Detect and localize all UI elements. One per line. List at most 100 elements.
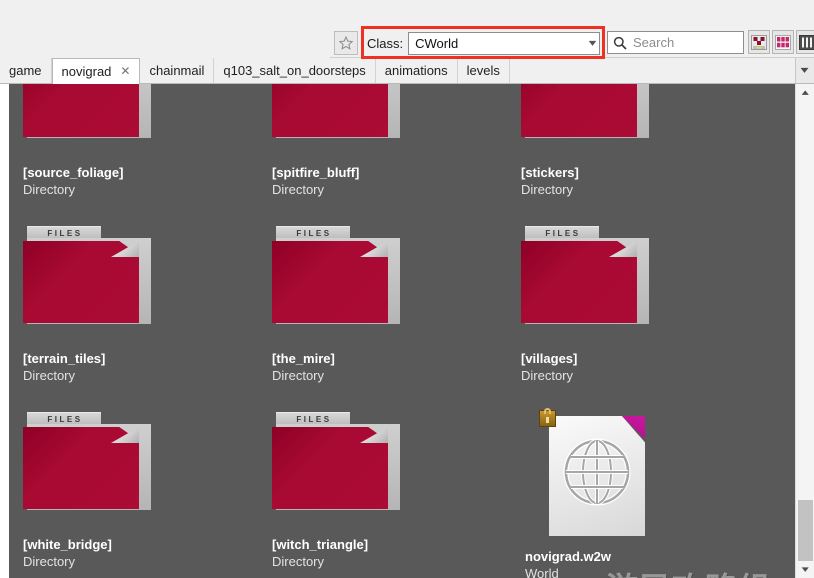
asset-item-white-bridge[interactable]: FILES [white_bridge] Directory: [23, 400, 258, 578]
folder-icon: FILES: [23, 84, 151, 140]
asset-subtitle: Directory: [23, 553, 253, 570]
asset-subtitle: Directory: [272, 367, 502, 384]
asset-item-villages[interactable]: FILES [villages] Directory: [521, 214, 756, 400]
tab-overflow-button[interactable]: ▾: [795, 58, 814, 83]
class-select-value: CWorld: [415, 36, 458, 51]
asset-subtitle: Directory: [23, 181, 253, 198]
asset-browser-window: Class: CWorld ▾ Search: [0, 0, 814, 578]
asset-caption: [terrain_tiles] Directory: [23, 350, 253, 384]
lock-keyhole: [546, 417, 549, 423]
columns-icon: [799, 35, 814, 50]
tab-label: game: [9, 63, 42, 78]
tab-label: novigrad: [62, 64, 112, 79]
folder-icon: FILES: [521, 226, 649, 326]
asset-caption: [stickers] Directory: [521, 164, 751, 198]
world-file-icon: [539, 408, 667, 528]
tab-label: q103_salt_on_doorsteps: [223, 63, 365, 78]
folder-tab-label: FILES: [294, 229, 331, 238]
folder-body: [272, 84, 388, 137]
folder-tab-label: FILES: [543, 229, 580, 238]
entity-template-button[interactable]: [748, 30, 770, 54]
tab-label: animations: [385, 63, 448, 78]
texture-grid-icon: [775, 35, 791, 50]
asset-grid-rows: FILES [source_foliage] Directory: [9, 84, 795, 578]
chevron-down-icon: ▾: [589, 38, 597, 49]
scroll-thumb[interactable]: [798, 500, 813, 562]
tab-q103-salt-on-doorsteps[interactable]: q103_salt_on_doorsteps: [214, 58, 375, 83]
folder-icon: FILES: [23, 226, 151, 326]
asset-subtitle: World: [525, 565, 755, 578]
vertical-scrollbar[interactable]: ▴ ▾: [795, 84, 814, 578]
asset-subtitle: Directory: [23, 367, 253, 384]
scroll-down-button[interactable]: ▾: [796, 561, 814, 578]
star-icon: [339, 36, 353, 50]
favorite-star-button[interactable]: [334, 31, 358, 55]
asset-name: [stickers]: [521, 164, 751, 181]
tab-game[interactable]: game: [0, 58, 52, 83]
chevron-down-icon: ▾: [802, 564, 809, 575]
tab-label: chainmail: [149, 63, 204, 78]
columns-view-button[interactable]: [796, 30, 814, 54]
asset-caption: novigrad.w2w World Not loaded, 423.04 KB: [525, 548, 755, 578]
entity-grid-icon: [751, 35, 767, 50]
asset-item-spitfire-bluff[interactable]: FILES [spitfire_bluff] Directory: [272, 84, 507, 214]
globe-icon: [563, 438, 631, 506]
class-select[interactable]: CWorld ▾: [408, 32, 600, 55]
tab-chainmail[interactable]: chainmail: [140, 58, 214, 83]
asset-caption: [witch_triangle] Directory: [272, 536, 502, 570]
asset-item-terrain-tiles[interactable]: FILES [terrain_tiles] Directory: [23, 214, 258, 400]
asset-name: [spitfire_bluff]: [272, 164, 502, 181]
close-icon[interactable]: ✕: [120, 64, 130, 78]
asset-name: [witch_triangle]: [272, 536, 502, 553]
asset-grid[interactable]: FILES [source_foliage] Directory: [9, 84, 795, 578]
lock-icon: [539, 410, 556, 427]
asset-name: [villages]: [521, 350, 751, 367]
tab-animations[interactable]: animations: [376, 58, 458, 83]
search-placeholder: Search: [633, 35, 674, 50]
content-area: FILES [source_foliage] Directory: [0, 84, 814, 578]
folder-icon: FILES: [272, 84, 400, 140]
folder-icon: FILES: [521, 84, 649, 140]
asset-name: [source_foliage]: [23, 164, 253, 181]
scroll-up-button[interactable]: ▴: [796, 84, 814, 101]
toolbar: Class: CWorld ▾ Search: [0, 0, 814, 58]
asset-item-the-mire[interactable]: FILES [the_mire] Directory: [272, 214, 507, 400]
search-input[interactable]: Search: [607, 31, 744, 54]
asset-name: [white_bridge]: [23, 536, 253, 553]
asset-item-stickers[interactable]: FILES [stickers] Directory: [521, 84, 756, 214]
asset-item-novigrad-w2w[interactable]: novigrad.w2w World Not loaded, 423.04 KB: [521, 400, 756, 578]
search-icon: [613, 36, 627, 50]
asset-name: novigrad.w2w: [525, 548, 755, 565]
lock-shackle: [544, 408, 551, 414]
chevron-down-icon: ▾: [801, 65, 809, 76]
asset-subtitle: Directory: [272, 181, 502, 198]
asset-caption: [spitfire_bluff] Directory: [272, 164, 502, 198]
asset-caption: [the_mire] Directory: [272, 350, 502, 384]
asset-item-witch-triangle[interactable]: FILES [witch_triangle] Directory: [272, 400, 507, 578]
asset-caption: [source_foliage] Directory: [23, 164, 253, 198]
folder-body: [521, 84, 637, 137]
asset-row: FILES [source_foliage] Directory: [9, 84, 795, 214]
asset-item-source-foliage[interactable]: FILES [source_foliage] Directory: [23, 84, 258, 214]
asset-name: [terrain_tiles]: [23, 350, 253, 367]
asset-caption: [white_bridge] Directory: [23, 536, 253, 570]
tab-levels[interactable]: levels: [458, 58, 510, 83]
tab-label: levels: [467, 63, 500, 78]
folder-body: [23, 84, 139, 137]
asset-subtitle: Directory: [272, 553, 502, 570]
folder-icon: FILES: [272, 412, 400, 512]
folder-tab-label: FILES: [294, 415, 331, 424]
asset-name: [the_mire]: [272, 350, 502, 367]
tab-novigrad[interactable]: novigrad ✕: [52, 58, 141, 84]
asset-row: FILES [terrain_tiles] Directory: [9, 214, 795, 400]
folder-tab-label: FILES: [45, 229, 82, 238]
asset-subtitle: Directory: [521, 181, 751, 198]
tab-bar: game novigrad ✕ chainmail q103_salt_on_d…: [0, 58, 814, 84]
toolbar-left-spacer: [0, 27, 330, 58]
asset-row: FILES [white_bridge] Directory: [9, 400, 795, 578]
texture-grid-button[interactable]: [772, 30, 794, 54]
folder-icon: FILES: [23, 412, 151, 512]
chevron-up-icon: ▴: [802, 87, 809, 98]
class-filter-group: Class: CWorld ▾: [367, 31, 600, 55]
asset-subtitle: Directory: [521, 367, 751, 384]
